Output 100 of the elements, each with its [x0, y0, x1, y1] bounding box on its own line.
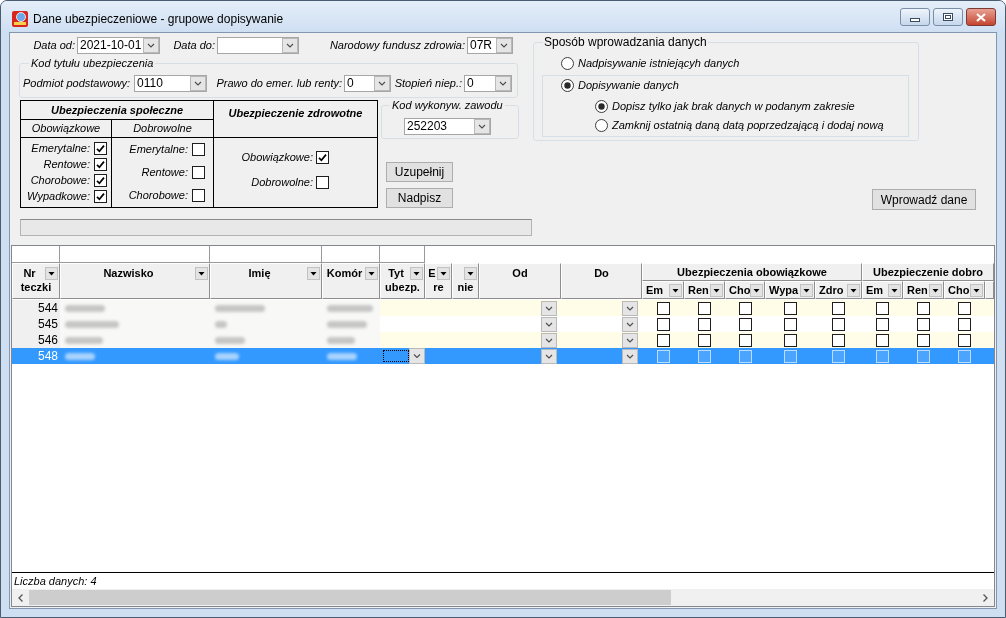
triangle-down-icon[interactable]	[710, 283, 723, 297]
column-header[interactable]: E re	[425, 263, 452, 299]
checkbox[interactable]	[192, 166, 205, 179]
checkbox[interactable]	[783, 317, 797, 331]
horizontal-scrollbar[interactable]	[12, 589, 994, 606]
chevron-down-icon[interactable]	[622, 316, 638, 332]
table-row[interactable]: 544	[12, 300, 994, 316]
triangle-down-icon[interactable]	[800, 283, 813, 297]
triangle-down-icon[interactable]	[847, 283, 860, 297]
column-header[interactable]: Em	[642, 281, 684, 299]
scrollbar-thumb[interactable]	[29, 590, 671, 605]
checkbox[interactable]	[94, 174, 107, 187]
column-header[interactable]: Wypa	[765, 281, 815, 299]
column-header[interactable]: Nr teczki	[12, 263, 60, 299]
column-header[interactable]: Komór	[322, 263, 380, 299]
chevron-down-icon[interactable]	[541, 316, 557, 332]
triangle-down-icon[interactable]	[410, 267, 423, 280]
filter-field[interactable]	[12, 246, 60, 263]
chevron-down-icon[interactable]	[374, 76, 390, 91]
checkbox[interactable]	[958, 333, 971, 347]
checkbox[interactable]	[698, 333, 711, 347]
triangle-down-icon[interactable]	[464, 267, 477, 280]
checkbox[interactable]	[917, 301, 930, 315]
checkbox[interactable]	[192, 143, 205, 156]
triangle-down-icon[interactable]	[750, 283, 764, 297]
checkbox[interactable]	[738, 301, 752, 315]
checkbox[interactable]	[698, 301, 711, 315]
checkbox[interactable]	[316, 176, 329, 189]
checkbox[interactable]	[656, 301, 670, 315]
chevron-down-icon[interactable]	[541, 300, 557, 316]
submit-button[interactable]: Wprowadź dane	[872, 189, 976, 210]
triangle-down-icon[interactable]	[970, 283, 983, 297]
column-header[interactable]: Zdro	[815, 281, 862, 299]
chevron-down-icon[interactable]	[622, 300, 638, 316]
maximize-button[interactable]	[933, 8, 963, 26]
checkbox[interactable]	[316, 151, 329, 164]
filter-field[interactable]	[380, 246, 425, 263]
chevron-down-icon[interactable]	[282, 38, 298, 53]
column-header[interactable]: Tyt ubezp.	[380, 263, 425, 299]
combobox[interactable]: 0	[464, 75, 512, 92]
chevron-down-icon[interactable]	[143, 38, 159, 53]
column-header[interactable]: Em	[862, 281, 903, 299]
checkbox[interactable]	[832, 301, 845, 315]
triangle-down-icon[interactable]	[888, 283, 901, 297]
checkbox[interactable]	[94, 158, 107, 171]
triangle-down-icon[interactable]	[929, 283, 942, 297]
chevron-down-icon[interactable]	[409, 348, 425, 364]
checkbox[interactable]	[656, 333, 670, 347]
chevron-down-icon[interactable]	[541, 348, 557, 364]
triangle-down-icon[interactable]	[437, 267, 450, 280]
checkbox[interactable]	[832, 333, 845, 347]
checkbox[interactable]	[917, 317, 930, 331]
chevron-down-icon[interactable]	[541, 332, 557, 348]
combobox[interactable]: 07R	[467, 37, 513, 54]
action-button[interactable]: Uzupełnij	[386, 162, 453, 182]
combobox[interactable]: 2021-10-01	[77, 37, 160, 54]
checkbox[interactable]	[876, 333, 889, 347]
triangle-down-icon[interactable]	[365, 267, 378, 280]
checkbox[interactable]	[738, 333, 752, 347]
close-button[interactable]	[966, 8, 996, 26]
chevron-down-icon[interactable]	[495, 76, 511, 91]
checkbox[interactable]	[958, 301, 971, 315]
checkbox[interactable]	[876, 301, 889, 315]
checkbox[interactable]	[698, 317, 711, 331]
column-header[interactable]: Cho	[725, 281, 765, 299]
filter-field[interactable]	[210, 246, 322, 263]
checkbox[interactable]	[94, 190, 107, 203]
table-row[interactable]: 546	[12, 332, 994, 348]
combobox[interactable]: 252203	[404, 118, 491, 135]
radio-button[interactable]	[561, 57, 574, 70]
checkbox[interactable]	[738, 317, 752, 331]
column-header[interactable]: Do	[561, 263, 642, 299]
triangle-down-icon[interactable]	[195, 267, 208, 280]
column-header[interactable]: nie	[452, 263, 479, 299]
column-header[interactable]: Ren	[684, 281, 725, 299]
combobox[interactable]: 0110	[134, 75, 207, 92]
checkbox[interactable]	[783, 301, 797, 315]
chevron-down-icon[interactable]	[474, 119, 490, 134]
radio-button[interactable]	[561, 79, 574, 92]
chevron-down-icon[interactable]	[622, 332, 638, 348]
combobox[interactable]: 0	[344, 75, 391, 92]
chevron-down-icon[interactable]	[190, 76, 206, 91]
filter-field[interactable]	[60, 246, 210, 263]
checkbox[interactable]	[192, 189, 205, 202]
minimize-button[interactable]	[900, 8, 930, 26]
column-header[interactable]: Imię	[210, 263, 322, 299]
chevron-down-icon[interactable]	[622, 348, 638, 364]
cell-combobox[interactable]	[383, 348, 425, 364]
checkbox[interactable]	[656, 317, 670, 331]
checkbox[interactable]	[876, 317, 889, 331]
filter-field[interactable]	[322, 246, 380, 263]
column-header[interactable]: Od	[479, 263, 561, 299]
triangle-down-icon[interactable]	[45, 267, 58, 280]
checkbox[interactable]	[94, 142, 107, 155]
checkbox[interactable]	[783, 333, 797, 347]
action-button[interactable]: Nadpisz	[386, 188, 453, 208]
column-header[interactable]: Ren	[903, 281, 944, 299]
radio-button[interactable]	[595, 119, 608, 132]
column-header[interactable]: Cho	[944, 281, 985, 299]
column-header[interactable]: Nazwisko	[60, 263, 210, 299]
